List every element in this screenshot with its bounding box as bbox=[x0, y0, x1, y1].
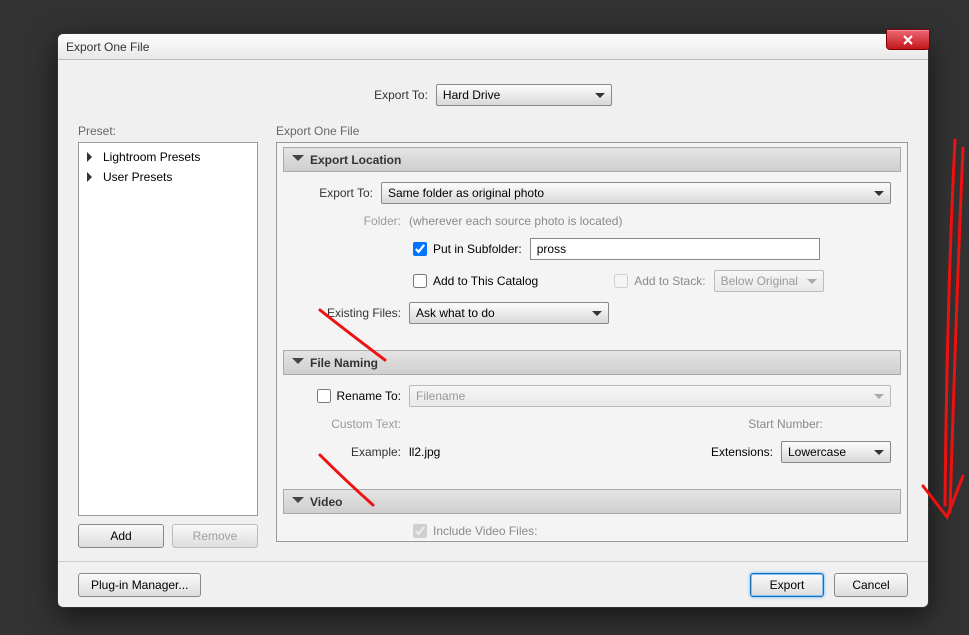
add-to-catalog-checkbox[interactable]: Add to This Catalog bbox=[413, 274, 538, 288]
preset-column: Preset: Lightroom Presets User Presets A… bbox=[78, 124, 258, 548]
close-button[interactable] bbox=[886, 29, 930, 50]
include-video-checkbox: Include Video Files: bbox=[413, 524, 538, 538]
stack-position-select: Below Original bbox=[714, 270, 824, 292]
section-export-location-body: Export To: Same folder as original photo… bbox=[283, 172, 901, 344]
add-preset-button[interactable]: Add bbox=[78, 524, 164, 548]
section-title: Export Location bbox=[310, 153, 401, 167]
add-to-stack-input bbox=[614, 274, 628, 288]
section-video-header[interactable]: Video bbox=[283, 489, 901, 514]
extensions-select[interactable]: Lowercase bbox=[781, 441, 891, 463]
section-file-naming-header[interactable]: File Naming bbox=[283, 350, 901, 375]
put-subfolder-checkbox[interactable]: Put in Subfolder: bbox=[413, 242, 522, 256]
section-title: Video bbox=[310, 495, 342, 509]
add-to-catalog-input[interactable] bbox=[413, 274, 427, 288]
preset-list[interactable]: Lightroom Presets User Presets bbox=[78, 142, 258, 516]
add-to-stack-label: Add to Stack: bbox=[634, 274, 705, 288]
preset-label: Preset: bbox=[78, 124, 258, 138]
section-file-naming-body: Rename To: Filename Custom Text: Start N… bbox=[283, 375, 901, 483]
folder-label: Folder: bbox=[293, 214, 401, 228]
folder-value: (wherever each source photo is located) bbox=[409, 214, 622, 228]
start-number-label: Start Number: bbox=[748, 417, 823, 431]
export-to-folder-select[interactable]: Same folder as original photo bbox=[381, 182, 891, 204]
filename-template-select: Filename bbox=[409, 385, 891, 407]
export-to-select[interactable]: Hard Drive bbox=[436, 84, 612, 106]
section-video-body: Include Video Files: Video Format: bbox=[283, 514, 901, 541]
custom-text-label: Custom Text: bbox=[293, 417, 401, 431]
cancel-button[interactable]: Cancel bbox=[834, 573, 908, 597]
put-subfolder-label: Put in Subfolder: bbox=[433, 242, 522, 256]
settings-panel: Export Location Export To: Same folder a… bbox=[276, 142, 908, 542]
export-dialog: Export One File Export To: Hard Drive Pr… bbox=[57, 33, 929, 608]
subfolder-name-input[interactable] bbox=[530, 238, 820, 260]
collapse-icon bbox=[292, 155, 304, 167]
section-export-location-header[interactable]: Export Location bbox=[283, 147, 901, 172]
existing-files-label: Existing Files: bbox=[293, 306, 401, 320]
collapse-icon bbox=[292, 358, 304, 370]
export-to-row: Export To: Hard Drive bbox=[58, 60, 928, 124]
stack-position-value: Below Original bbox=[721, 274, 798, 288]
example-value: ll2.jpg bbox=[409, 445, 440, 459]
collapse-icon bbox=[292, 497, 304, 509]
example-label: Example: bbox=[293, 445, 401, 459]
extensions-label: Extensions: bbox=[711, 445, 773, 459]
expand-icon bbox=[87, 172, 97, 182]
section-title: File Naming bbox=[310, 356, 378, 370]
rename-to-label: Rename To: bbox=[337, 389, 401, 403]
put-subfolder-input[interactable] bbox=[413, 242, 427, 256]
settings-scroll[interactable]: Export Location Export To: Same folder a… bbox=[277, 143, 907, 541]
existing-files-value: Ask what to do bbox=[416, 306, 495, 320]
dialog-footer: Plug-in Manager... Export Cancel bbox=[58, 561, 928, 607]
settings-title: Export One File bbox=[276, 124, 908, 138]
window-title: Export One File bbox=[66, 40, 149, 54]
titlebar: Export One File bbox=[58, 34, 928, 60]
export-button[interactable]: Export bbox=[750, 573, 824, 597]
filename-template-value: Filename bbox=[416, 389, 465, 403]
preset-item[interactable]: Lightroom Presets bbox=[81, 147, 255, 167]
plugin-manager-button[interactable]: Plug-in Manager... bbox=[78, 573, 201, 597]
preset-item[interactable]: User Presets bbox=[81, 167, 255, 187]
export-to-field-label: Export To: bbox=[293, 186, 373, 200]
extensions-value: Lowercase bbox=[788, 445, 846, 459]
rename-to-input[interactable] bbox=[317, 389, 331, 403]
add-to-stack-checkbox: Add to Stack: bbox=[614, 274, 705, 288]
add-to-catalog-label: Add to This Catalog bbox=[433, 274, 538, 288]
expand-icon bbox=[87, 152, 97, 162]
preset-item-label: Lightroom Presets bbox=[103, 150, 200, 164]
include-video-label: Include Video Files: bbox=[433, 524, 538, 538]
include-video-input bbox=[413, 524, 427, 538]
settings-column: Export One File Export Location Export T… bbox=[276, 124, 908, 548]
existing-files-select[interactable]: Ask what to do bbox=[409, 302, 609, 324]
export-to-folder-value: Same folder as original photo bbox=[388, 186, 544, 200]
export-to-value: Hard Drive bbox=[443, 88, 500, 102]
export-to-label: Export To: bbox=[374, 88, 428, 102]
remove-preset-button: Remove bbox=[172, 524, 258, 548]
preset-item-label: User Presets bbox=[103, 170, 172, 184]
rename-to-checkbox[interactable]: Rename To: bbox=[293, 389, 401, 403]
